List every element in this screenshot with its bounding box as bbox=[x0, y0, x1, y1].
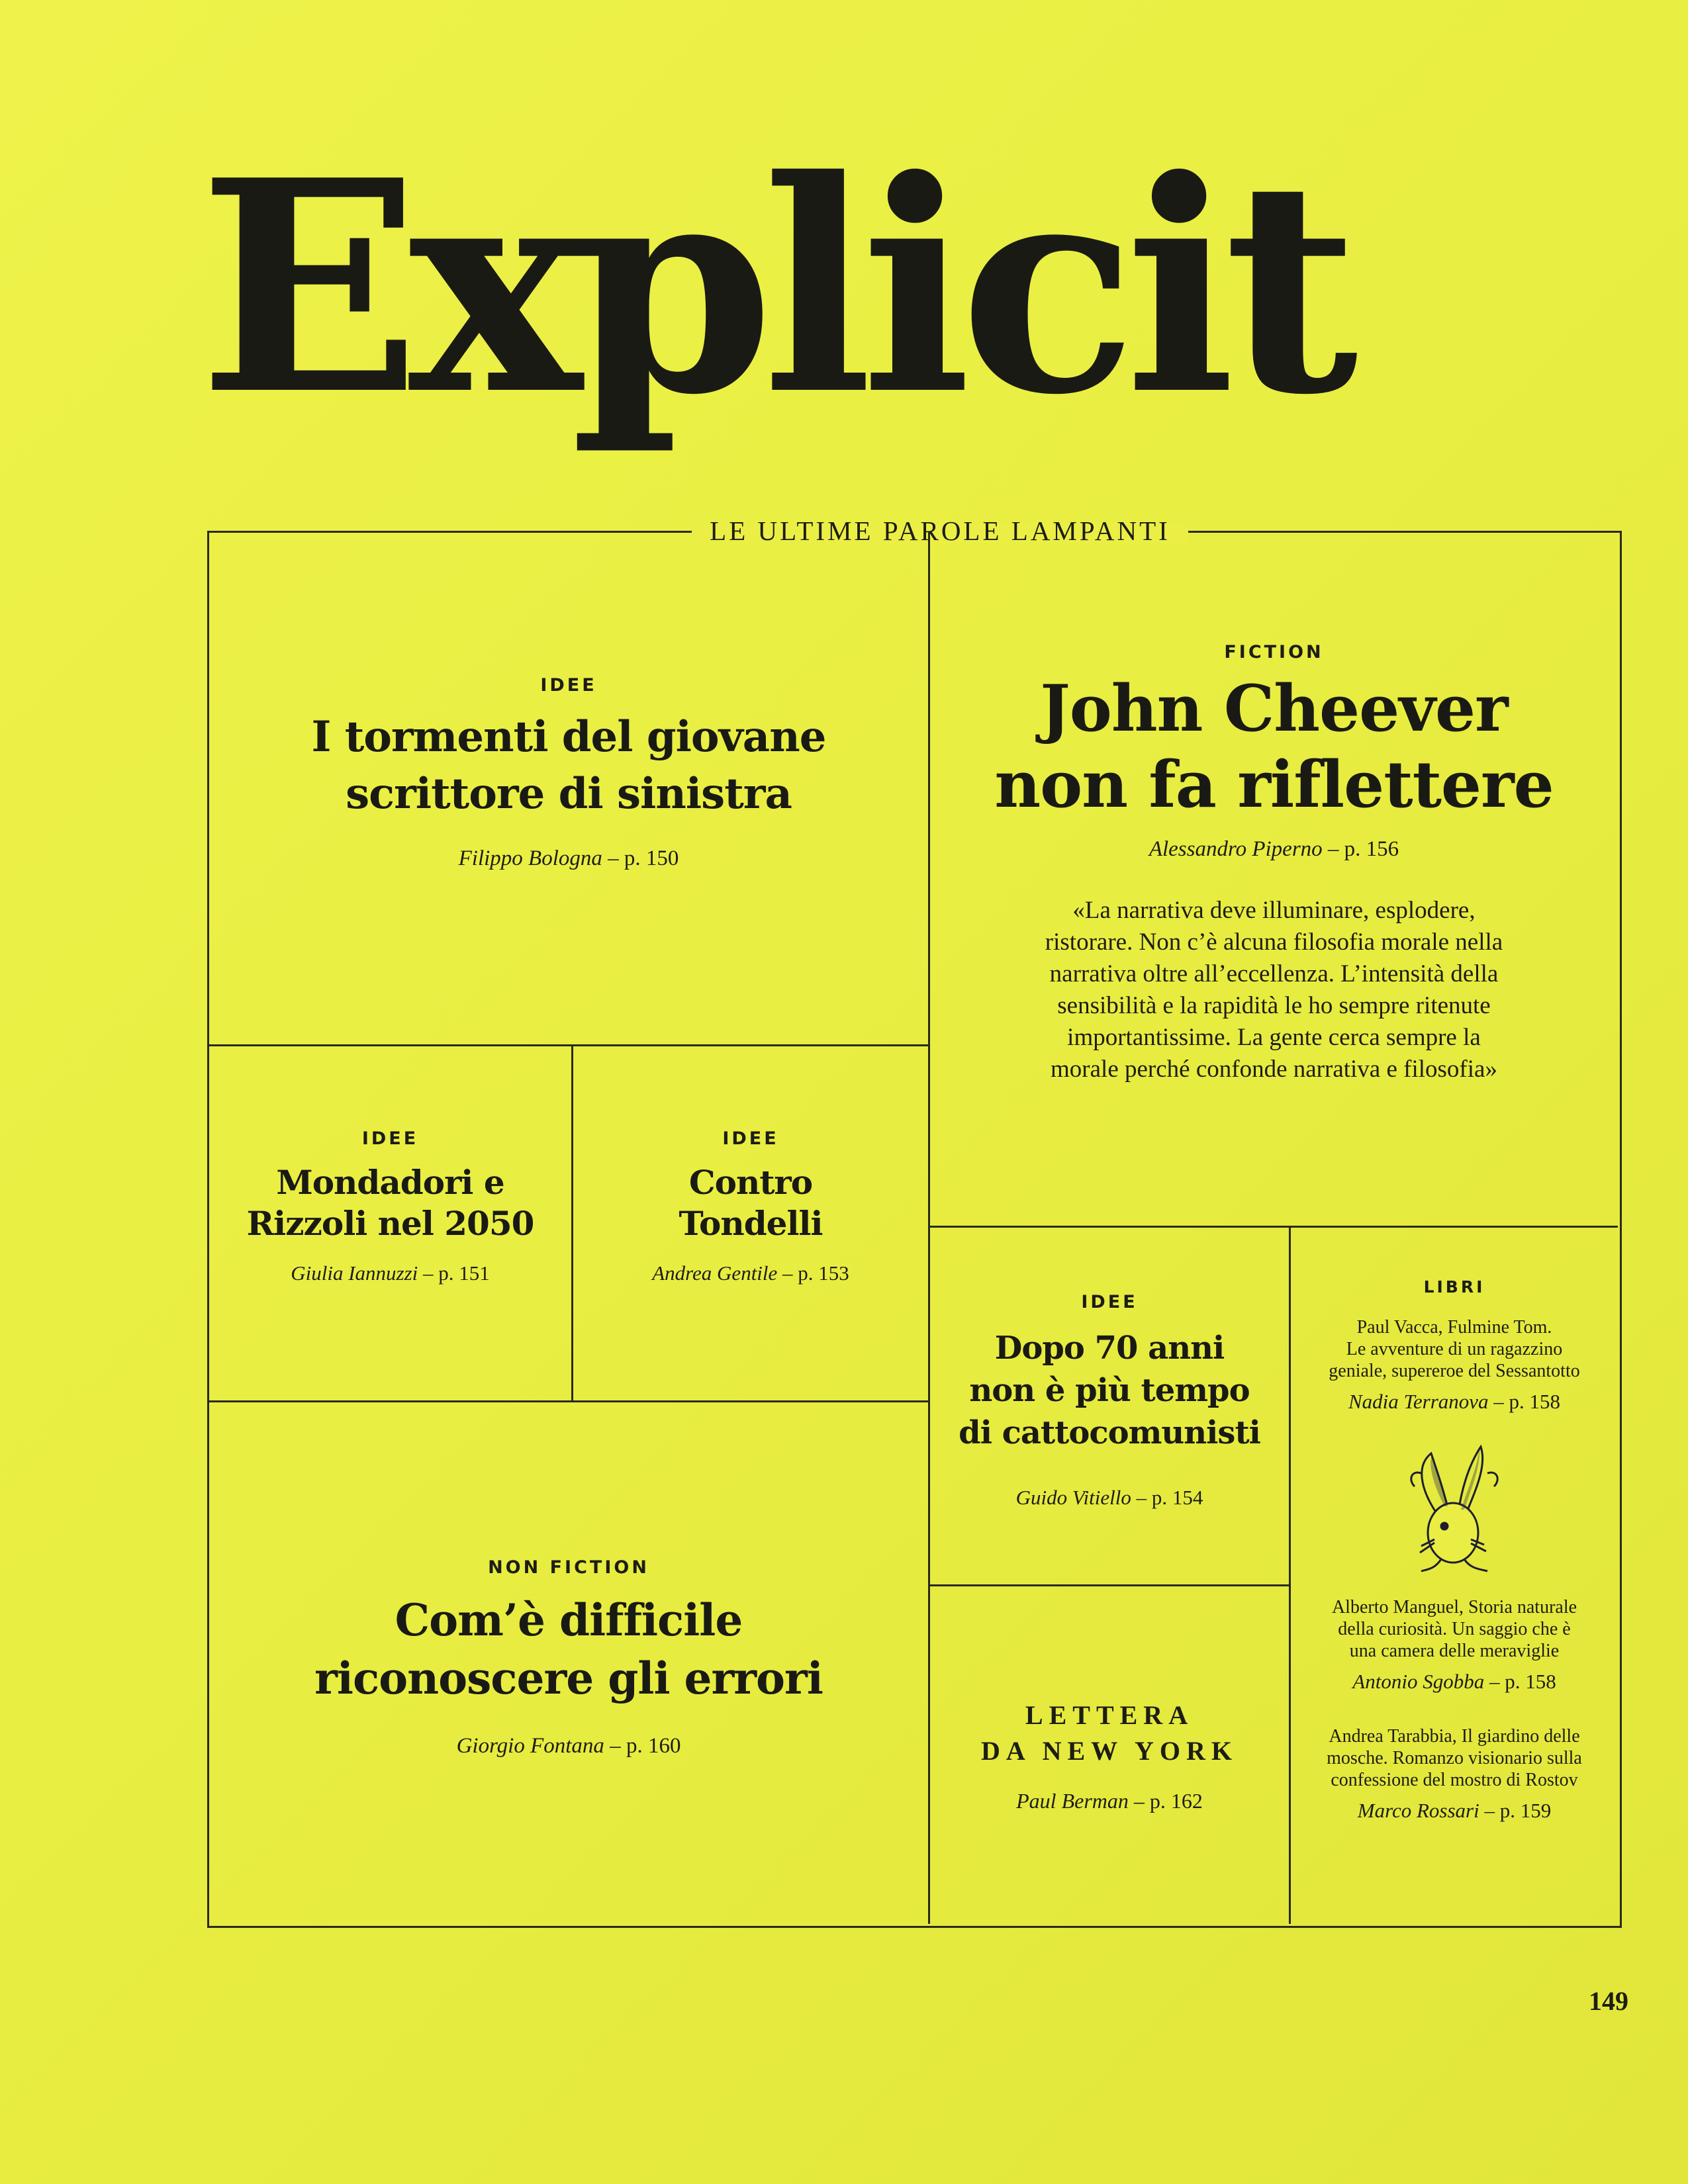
article-page: – p. 154 bbox=[1136, 1486, 1203, 1509]
article-title: LETTERA bbox=[1025, 1700, 1194, 1730]
section-tagline: LE ULTIME PAROLE LAMPANTI bbox=[710, 516, 1170, 546]
article-page: – p. 150 bbox=[608, 846, 679, 870]
page-number: 149 bbox=[1589, 1986, 1628, 2016]
book-line: confessione del mostro di Rostov bbox=[1331, 1770, 1578, 1790]
article-title: scrittore di sinistra bbox=[346, 769, 792, 819]
article-quote: «La narrativa deve illuminare, esplodere… bbox=[1045, 897, 1503, 1083]
article-kicker: IDEE bbox=[722, 1128, 779, 1149]
article-title: John Cheever bbox=[1040, 671, 1508, 746]
divider bbox=[928, 1226, 1618, 1228]
article-title: Com’è difficile bbox=[395, 1594, 743, 1646]
book-page: – p. 158 bbox=[1489, 1670, 1556, 1693]
book-reviewer: Nadia Terranova bbox=[1348, 1390, 1489, 1413]
article-mondadori[interactable]: IDEE Mondadori e Rizzoli nel 2050 Giulia… bbox=[209, 1128, 571, 1285]
article-title: non è più tempo bbox=[969, 1372, 1250, 1409]
article-lettera[interactable]: LETTERA DA NEW YORK Paul Berman – p. 162 bbox=[930, 1698, 1289, 1813]
article-page: – p. 162 bbox=[1133, 1789, 1203, 1813]
book-line: Paul Vacca, Fulmine Tom. bbox=[1356, 1317, 1552, 1338]
hare-head-icon bbox=[1395, 1440, 1514, 1572]
article-tormenti[interactable]: IDEE I tormenti del giovane scrittore di… bbox=[209, 675, 928, 871]
book-item[interactable]: Alberto Manguel, Storia naturale della c… bbox=[1291, 1596, 1618, 1694]
article-kicker: IDEE bbox=[540, 675, 597, 696]
article-author: Andrea Gentile bbox=[652, 1261, 778, 1285]
article-kicker: IDEE bbox=[1081, 1292, 1138, 1312]
book-line: Le avventure di un ragazzino bbox=[1346, 1339, 1563, 1359]
article-errori[interactable]: NON FICTION Com’è difficile riconoscere … bbox=[209, 1557, 928, 1758]
article-page: – p. 160 bbox=[610, 1734, 681, 1758]
book-line: Andrea Tarabbia, Il giardino delle bbox=[1329, 1726, 1580, 1747]
article-title: Contro bbox=[688, 1163, 813, 1202]
article-kicker: NON FICTION bbox=[488, 1557, 649, 1578]
book-item[interactable]: Andrea Tarabbia, Il giardino delle mosch… bbox=[1291, 1725, 1618, 1823]
books-kicker: LIBRI bbox=[1423, 1277, 1485, 1297]
book-line: Alberto Manguel, Storia naturale bbox=[1331, 1597, 1577, 1617]
article-author: Guido Vitiello bbox=[1015, 1486, 1131, 1509]
article-page: – p. 153 bbox=[782, 1261, 849, 1285]
book-page: – p. 159 bbox=[1484, 1799, 1552, 1822]
article-author: Alessandro Piperno bbox=[1149, 837, 1323, 861]
article-author: Filippo Bologna bbox=[458, 846, 602, 870]
article-kicker: IDEE bbox=[361, 1128, 419, 1149]
book-line: una camera delle meraviglie bbox=[1349, 1641, 1560, 1661]
book-reviewer: Antonio Sgobba bbox=[1352, 1670, 1485, 1693]
article-cheever[interactable]: FICTION John Cheever non fa riflettere A… bbox=[930, 642, 1618, 1085]
article-title: Tondelli bbox=[679, 1204, 823, 1243]
divider bbox=[207, 1400, 929, 1402]
book-page: – p. 158 bbox=[1493, 1390, 1561, 1413]
article-author: Giorgio Fontana bbox=[456, 1734, 604, 1758]
masthead-title: Explicit bbox=[199, 116, 1358, 459]
book-reviewer: Marco Rossari bbox=[1357, 1799, 1479, 1822]
article-title: Dopo 70 anni bbox=[994, 1330, 1225, 1367]
book-line: della curiosità. Un saggio che è bbox=[1338, 1619, 1571, 1639]
article-title: DA NEW YORK bbox=[981, 1736, 1238, 1766]
books-column: LIBRI Paul Vacca, Fulmine Tom. Le avvent… bbox=[1291, 1277, 1618, 1823]
divider bbox=[928, 1584, 1289, 1586]
article-title: Rizzoli nel 2050 bbox=[246, 1204, 535, 1243]
article-tondelli[interactable]: IDEE Contro Tondelli Andrea Gentile – p.… bbox=[573, 1128, 928, 1285]
article-title: riconoscere gli errori bbox=[314, 1653, 823, 1704]
book-line: geniale, supereroe del Sessantotto bbox=[1329, 1361, 1580, 1381]
article-title: di cattocomunisti bbox=[959, 1414, 1261, 1451]
book-item[interactable]: Paul Vacca, Fulmine Tom. Le avventure di… bbox=[1291, 1316, 1618, 1414]
book-line: mosche. Romanzo visionario sulla bbox=[1327, 1748, 1582, 1768]
article-title: non fa riflettere bbox=[994, 747, 1554, 822]
divider bbox=[207, 1044, 929, 1046]
article-author: Paul Berman bbox=[1016, 1789, 1129, 1813]
article-cattocomunisti[interactable]: IDEE Dopo 70 anni non è più tempo di cat… bbox=[930, 1292, 1289, 1510]
article-page: – p. 156 bbox=[1327, 837, 1399, 861]
article-title: I tormenti del giovane bbox=[311, 712, 826, 762]
article-title: Mondadori e bbox=[276, 1163, 504, 1202]
article-page: – p. 151 bbox=[423, 1261, 490, 1285]
article-author: Giulia Iannuzzi bbox=[291, 1261, 418, 1285]
article-kicker: FICTION bbox=[1224, 642, 1324, 662]
